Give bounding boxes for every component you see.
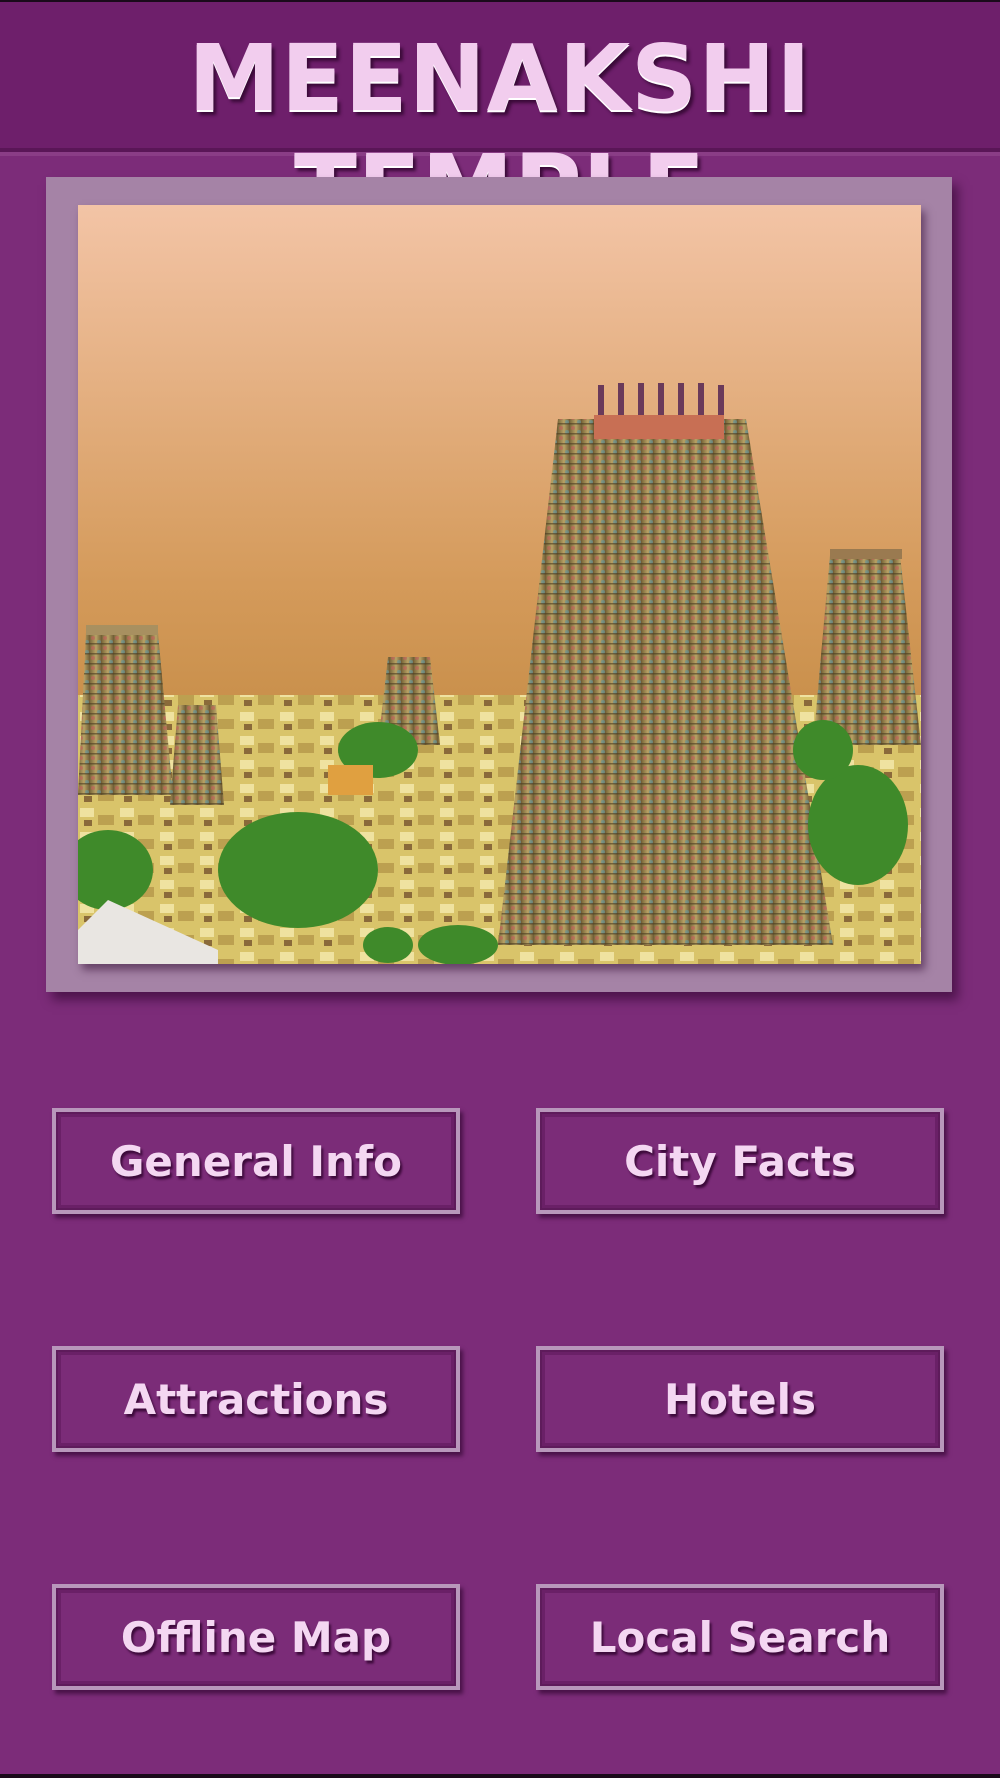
local-search-label: Local Search bbox=[589, 1612, 891, 1662]
city-facts-button[interactable]: City Facts bbox=[536, 1108, 944, 1214]
app-header: MEENAKSHI TEMPLE bbox=[0, 2, 1000, 242]
hero-photo bbox=[78, 205, 921, 964]
general-info-label: General Info bbox=[109, 1136, 403, 1186]
bottom-edge bbox=[0, 1774, 1000, 1778]
offline-map-button[interactable]: Offline Map bbox=[52, 1584, 460, 1690]
attractions-button[interactable]: Attractions bbox=[52, 1346, 460, 1452]
offline-map-label: Offline Map bbox=[120, 1612, 392, 1662]
hotels-label: Hotels bbox=[664, 1374, 816, 1424]
hero-photo-frame bbox=[46, 177, 952, 992]
app-screen: MEENAKSHI TEMPLE bbox=[0, 0, 1000, 1778]
hotels-button[interactable]: Hotels bbox=[536, 1346, 944, 1452]
temple-photo-illustration bbox=[78, 205, 921, 964]
city-facts-label: City Facts bbox=[624, 1136, 856, 1186]
general-info-button[interactable]: General Info bbox=[52, 1108, 460, 1214]
local-search-button[interactable]: Local Search bbox=[536, 1584, 944, 1690]
attractions-label: Attractions bbox=[123, 1374, 389, 1424]
